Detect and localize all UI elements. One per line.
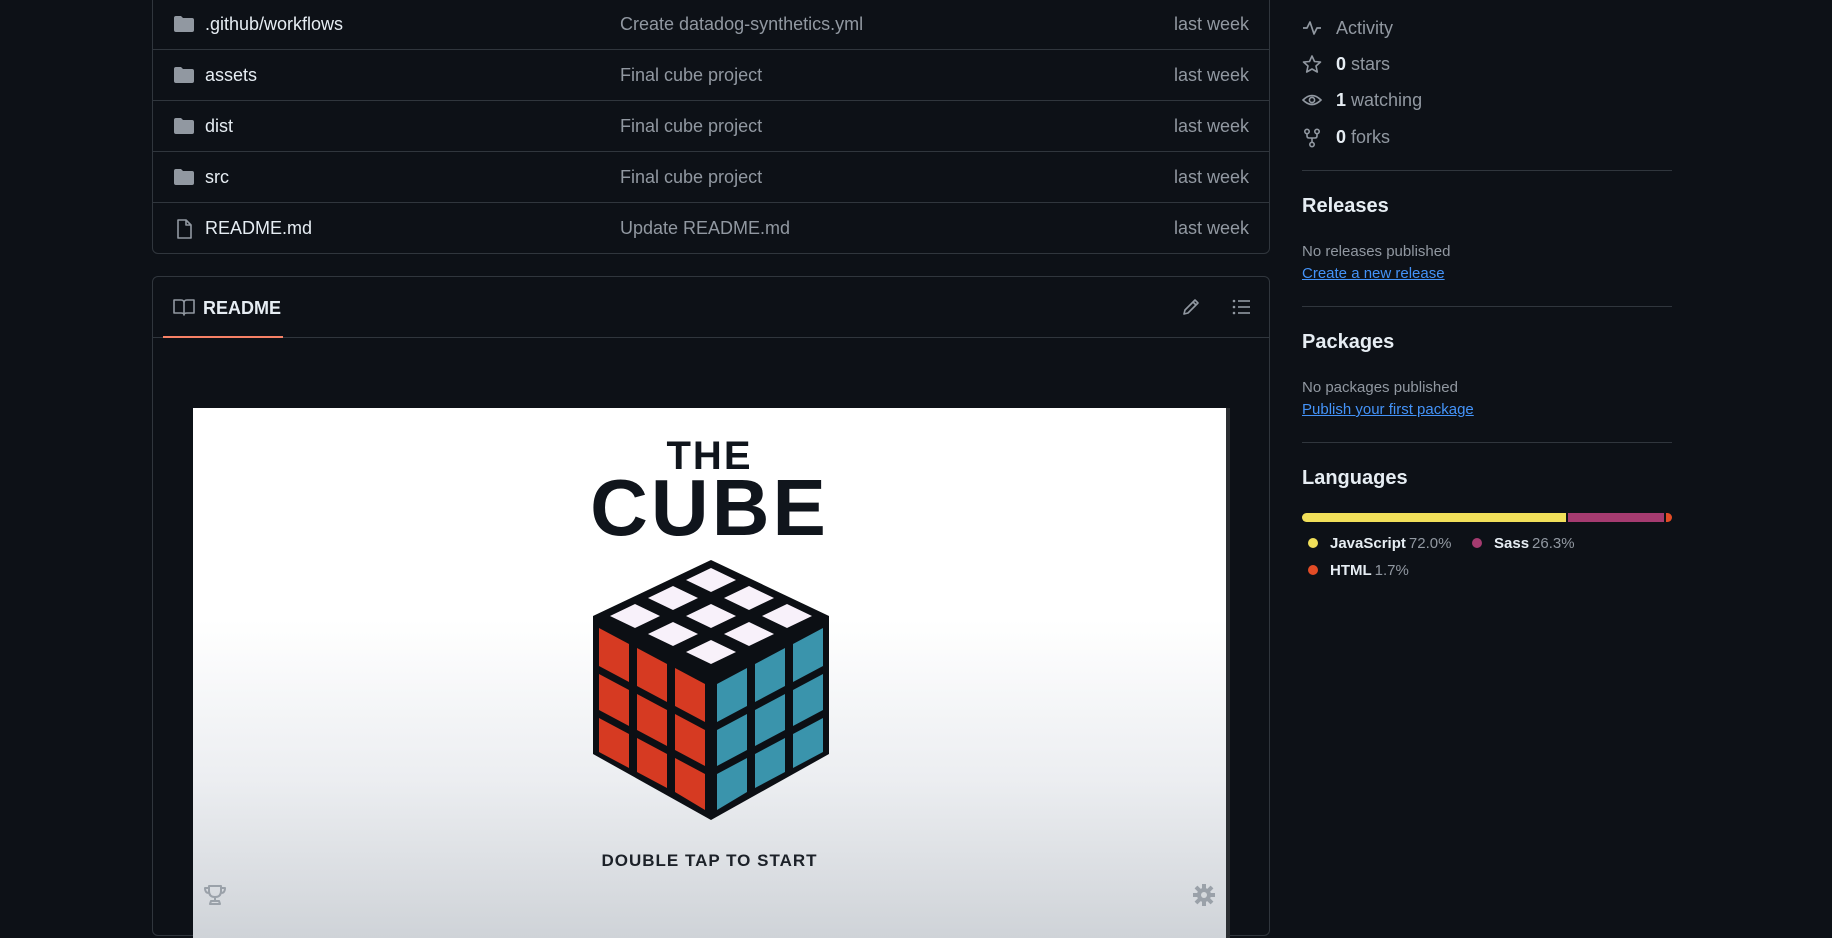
tab-readme[interactable]: README [163,277,283,338]
commit-age: last week [1173,167,1249,187]
language-bar-segment [1302,513,1566,522]
divider [1302,170,1672,171]
language-percent: 1.7% [1374,562,1409,579]
readme-panel: README THE CUBE DOUBLE TAP TO START [152,276,1270,938]
file-name[interactable]: .github/workflows [205,14,343,35]
cube-preview-image: THE CUBE DOUBLE TAP TO START [193,408,1230,938]
language-dot [1308,565,1318,575]
fork-icon [1302,128,1322,148]
start-prompt: DOUBLE TAP TO START [601,851,818,870]
file-list: .github/workflows Create datadog-synthet… [152,0,1270,254]
file-row[interactable]: .github/workflows Create datadog-synthet… [153,0,1269,50]
eye-icon [1302,91,1322,109]
language-item[interactable]: Sass 26.3% [1472,535,1575,552]
languages-heading: Languages [1302,467,1408,489]
commit-age: last week [1173,116,1249,136]
outline-list-icon[interactable] [1231,297,1251,317]
readme-tab-label: README [203,298,282,318]
language-bar [1302,513,1672,522]
rubiks-cube-image [586,554,836,824]
watching-count: 1 [1336,90,1347,110]
folder-icon [173,117,195,135]
commit-message[interactable]: Final cube project [620,167,762,188]
commit-message[interactable]: Final cube project [620,116,762,137]
commit-age: last week [1173,218,1249,238]
file-name[interactable]: assets [205,65,257,86]
preview-title: CUBE [590,463,829,552]
watching-label: watching [1351,90,1423,110]
language-dot [1472,538,1482,548]
edit-pencil-icon[interactable] [1181,297,1201,317]
readme-header: README [153,277,1269,338]
file-row[interactable]: assets Final cube project last week [153,50,1269,101]
language-percent: 26.3% [1532,535,1575,552]
star-icon [1302,55,1322,73]
packages-empty-text: No packages published [1302,379,1458,396]
file-row[interactable]: src Final cube project last week [153,152,1269,203]
language-dot [1308,538,1318,548]
language-bar-segment [1567,513,1664,522]
language-name: JavaScript [1330,535,1406,552]
folder-icon [173,66,195,84]
activity-label: Activity [1336,18,1394,38]
file-name[interactable]: README.md [205,218,312,239]
stars-label: stars [1351,54,1391,74]
file-name[interactable]: src [205,167,229,188]
language-bar-segment [1665,513,1672,522]
language-percent: 72.0% [1408,535,1452,552]
forks-label: forks [1351,127,1391,147]
commit-age: last week [1173,65,1249,85]
language-name: Sass [1494,535,1530,552]
file-row[interactable]: README.md Update README.md last week [153,203,1269,254]
folder-icon [173,15,195,33]
divider [1302,306,1672,307]
trophy-icon [203,883,227,907]
divider [1302,442,1672,443]
commit-message[interactable]: Update README.md [620,218,790,239]
stars-count: 0 [1336,54,1347,74]
language-name: HTML [1330,562,1372,579]
commit-message[interactable]: Create datadog-synthetics.yml [620,14,863,35]
book-icon [173,298,195,316]
packages-heading[interactable]: Packages [1302,331,1394,354]
releases-heading[interactable]: Releases [1302,195,1389,218]
folder-icon [173,168,195,186]
releases-empty-text: No releases published [1302,243,1451,260]
commit-age: last week [1173,14,1249,34]
language-item[interactable]: JavaScript 72.0% [1308,535,1451,552]
create-release-link[interactable]: Create a new release [1302,265,1445,282]
file-row[interactable]: dist Final cube project last week [153,101,1269,152]
language-item[interactable]: HTML 1.7% [1308,562,1409,579]
commit-message[interactable]: Final cube project [620,65,762,86]
forks-count: 0 [1336,127,1347,147]
file-name[interactable]: dist [205,116,233,137]
pulse-icon [1302,19,1322,37]
publish-package-link[interactable]: Publish your first package [1302,401,1474,418]
file-icon [173,219,195,239]
gear-icon [1192,883,1216,907]
